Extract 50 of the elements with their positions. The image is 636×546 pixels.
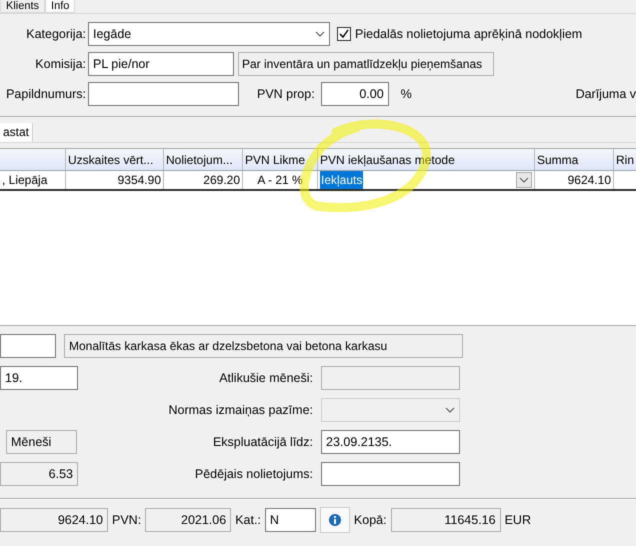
- unit-label: %: [400, 86, 412, 103]
- readonly-field: 6.53: [0, 462, 78, 486]
- input-field[interactable]: 0.00: [320, 82, 389, 106]
- readonly-field: Mēneši: [6, 430, 77, 454]
- field-label: Kategorija:: [25, 26, 86, 43]
- column-header: PVN Likme: [243, 149, 318, 170]
- description-field: Monalītās karkasa ēkas ar dzelzsbetona vai betona karkasu: [64, 334, 463, 358]
- column-header: Nolietojum...: [164, 149, 243, 170]
- tab[interactable]: astat: [0, 123, 34, 142]
- info-button[interactable]: [320, 507, 350, 533]
- table-cell: , Liepāja: [0, 171, 66, 189]
- caret-icon: [516, 172, 532, 188]
- tab[interactable]: Info: [45, 0, 76, 13]
- field-label: Pēdējais nolietojums:: [194, 466, 313, 483]
- caret-icon: [315, 31, 325, 37]
- field-label: Darījuma v: [576, 86, 636, 103]
- field-label: Ekspluatācijā līdz:: [212, 434, 313, 451]
- readonly-field: 2021.06: [145, 508, 232, 532]
- field-label: Kopā:: [354, 512, 387, 529]
- caret-icon: [445, 407, 455, 413]
- readonly-field: 9624.10: [0, 508, 108, 532]
- currency-label: EUR: [504, 512, 531, 529]
- field-label: Komisija:: [34, 56, 86, 73]
- checkbox-label: Piedalās nolietojuma aprēķinā nodokļiem: [355, 26, 582, 43]
- column-header: Rin: [614, 149, 636, 170]
- input-field[interactable]: 19.: [0, 366, 78, 390]
- dropdown-cell[interactable]: Iekļauts: [318, 171, 535, 189]
- field-label: PVN prop:: [257, 86, 315, 103]
- table-cell: 269.20: [164, 171, 243, 189]
- field-label: Normas izmaiņas pazīme:: [168, 402, 313, 419]
- category-dropdown[interactable]: Iegāde: [88, 22, 330, 46]
- checkbox[interactable]: [337, 27, 351, 41]
- table-cell: 9354.90: [66, 171, 164, 189]
- input-field[interactable]: [88, 82, 239, 106]
- description-field: Par inventāra un pamatlīdzekļu pieņemšanas: [238, 52, 494, 76]
- column-header: Summa: [535, 149, 614, 170]
- column-header: Uzskaites vērt...: [66, 149, 164, 170]
- input-field[interactable]: [321, 462, 460, 486]
- tab[interactable]: Klients: [0, 0, 46, 13]
- field-label: Kat.:: [235, 512, 261, 529]
- field-label: Atlikušie mēneši:: [219, 370, 313, 387]
- info-icon: [328, 514, 341, 526]
- readonly-field: 11645.16: [390, 508, 501, 532]
- input-field[interactable]: [0, 334, 56, 358]
- field-label: Papildnumurs:: [5, 86, 86, 103]
- table-cell: 9624.10: [535, 171, 614, 189]
- field-label: PVN:: [112, 512, 142, 529]
- input-field[interactable]: PL pie/nor: [88, 52, 234, 76]
- input-field[interactable]: N: [264, 508, 316, 532]
- input-field[interactable]: 23.09.2135.: [321, 430, 460, 454]
